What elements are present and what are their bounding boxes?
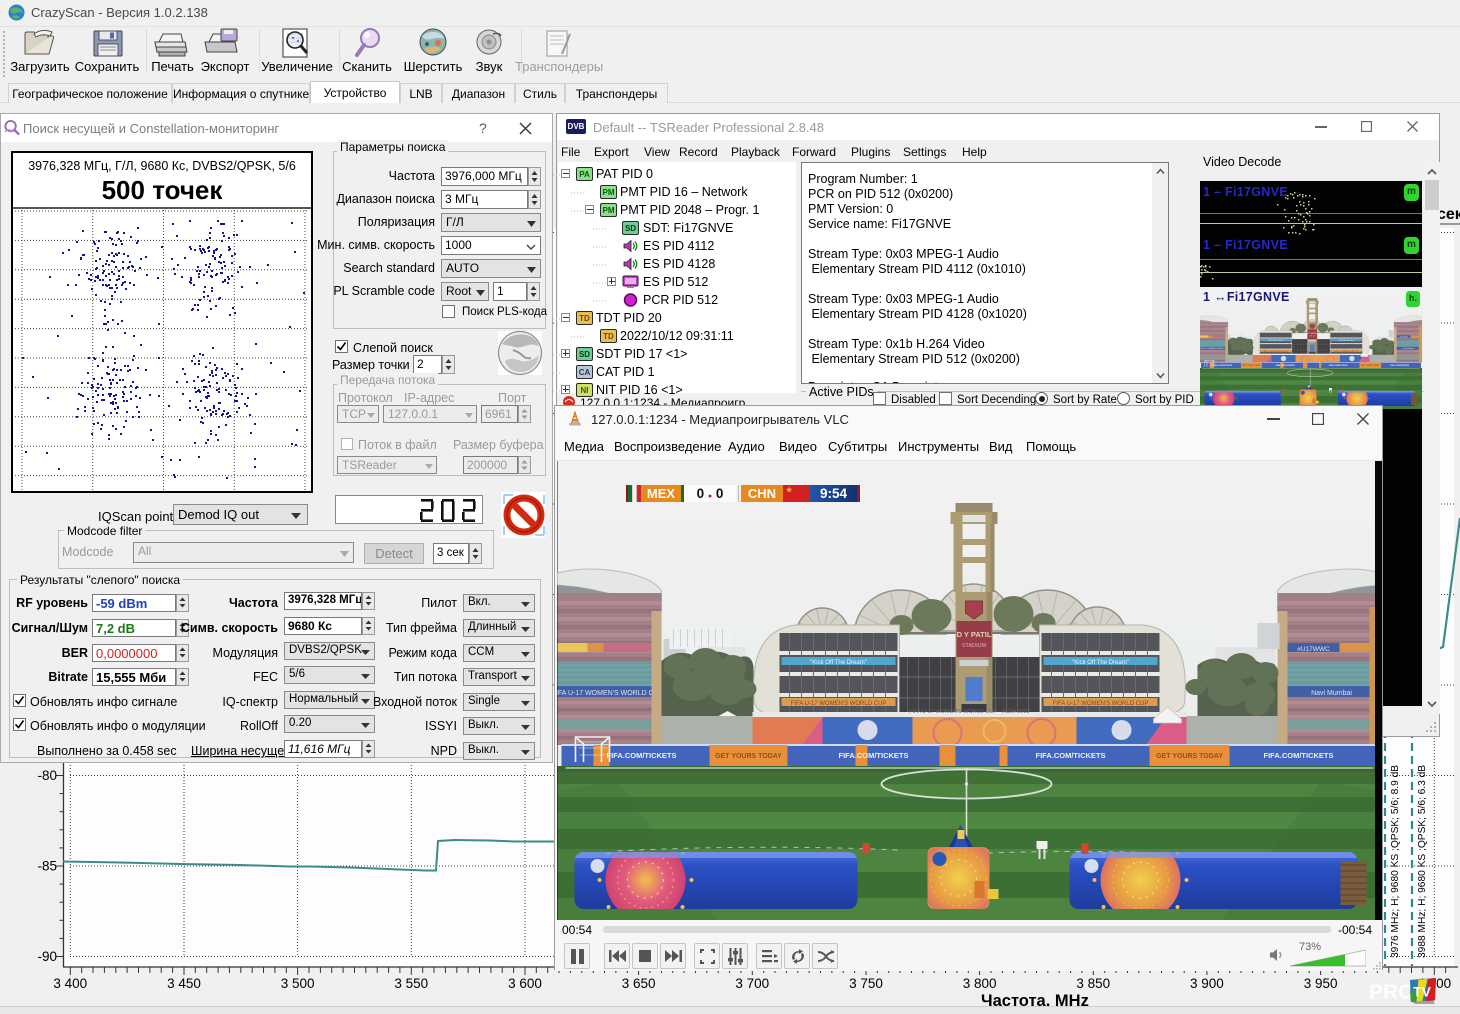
svg-text:3 850: 3 850 xyxy=(1076,976,1110,991)
svg-text:3 750: 3 750 xyxy=(849,976,883,991)
svg-text:TV: TV xyxy=(1413,984,1431,1000)
svg-text:3 600: 3 600 xyxy=(508,976,542,991)
svg-text:3 400: 3 400 xyxy=(53,976,87,991)
svg-text:-90: -90 xyxy=(37,949,57,964)
svg-text:3 550: 3 550 xyxy=(394,976,428,991)
svg-text:3 800: 3 800 xyxy=(963,976,997,991)
svg-text:3 650: 3 650 xyxy=(622,976,656,991)
svg-text:сек: сек xyxy=(1437,206,1460,223)
svg-text:3 900: 3 900 xyxy=(1190,976,1224,991)
svg-text:3 450: 3 450 xyxy=(167,976,201,991)
svg-text:3 500: 3 500 xyxy=(281,976,315,991)
svg-text:3988 MHz; H; 9680 KS ;QPSK; 5/: 3988 MHz; H; 9680 KS ;QPSK; 5/6; 6.3 dB xyxy=(1417,765,1428,958)
svg-text:-80: -80 xyxy=(37,768,57,783)
svg-text:3 700: 3 700 xyxy=(735,976,769,991)
svg-text:-85: -85 xyxy=(37,859,57,874)
svg-text:3 950: 3 950 xyxy=(1304,976,1338,991)
svg-text:3976 MHz; H; 9680 KS ;QPSK; 5/: 3976 MHz; H; 9680 KS ;QPSK; 5/6; 8.9 dB xyxy=(1390,765,1401,958)
